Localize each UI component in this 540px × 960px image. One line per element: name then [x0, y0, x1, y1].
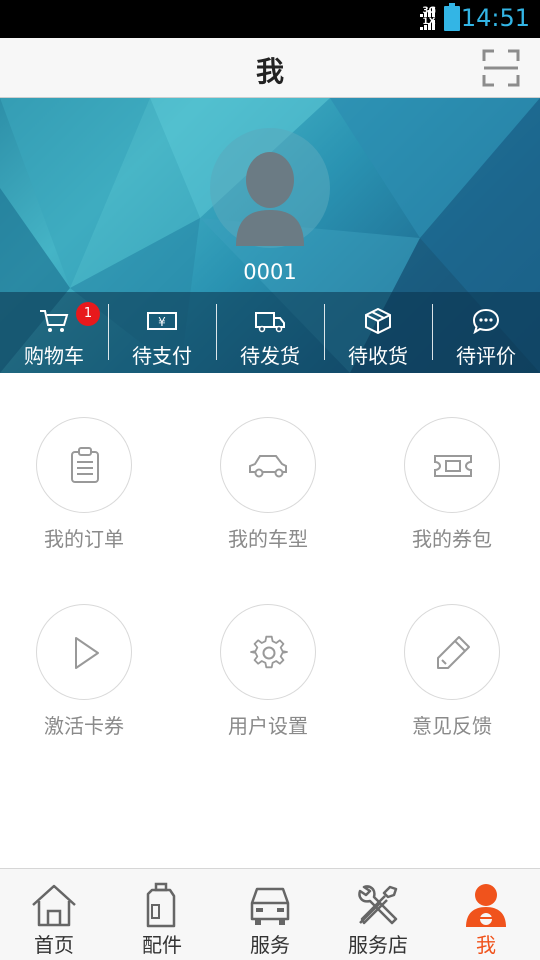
tab-home[interactable]: 首页: [0, 869, 108, 960]
tab-label: 服务: [250, 933, 290, 957]
signal-icon: [420, 7, 435, 30]
order-label: 待支付: [132, 344, 192, 368]
icon-circle: [36, 417, 132, 513]
bottom-tab-bar: 首页 配件 服务 服务店 我: [0, 868, 540, 960]
order-label: 待评价: [456, 344, 516, 368]
tab-me[interactable]: 我: [432, 869, 540, 960]
default-avatar-icon: [236, 152, 304, 246]
order-status-bar: 1 购物车 ¥ 待支付 待发货 待收货 待评价: [0, 292, 540, 373]
order-label: 待发货: [240, 344, 300, 368]
order-label: 购物车: [24, 344, 84, 368]
grid-item-label: 我的订单: [44, 527, 124, 551]
tab-label: 首页: [34, 933, 74, 957]
box-icon: [365, 308, 391, 334]
tools-icon: [358, 885, 398, 925]
tab-label: 配件: [142, 933, 182, 957]
cart-icon: [40, 310, 69, 332]
icon-circle: [36, 604, 132, 700]
pencil-icon: [437, 636, 470, 669]
play-icon: [75, 637, 99, 669]
user-icon: [466, 884, 506, 927]
order-label: 待收货: [348, 344, 408, 368]
gear-icon: [250, 635, 288, 669]
icon-circle: [220, 604, 316, 700]
icon-circle: [220, 417, 316, 513]
home-icon: [32, 884, 76, 927]
grid-item-label: 激活卡券: [44, 714, 124, 738]
grid-item-label: 我的车型: [228, 527, 308, 551]
icon-circle: [404, 604, 500, 700]
svg-text:¥: ¥: [158, 315, 166, 329]
car-icon: [249, 455, 287, 478]
tab-label: 我: [476, 933, 496, 957]
order-pending-shipment[interactable]: 待发货: [216, 292, 324, 373]
order-pending-payment[interactable]: ¥ 待支付: [108, 292, 216, 373]
truck-icon: [255, 312, 285, 333]
order-cart[interactable]: 1 购物车: [0, 292, 108, 373]
grid-item-my-car[interactable]: 我的车型: [178, 373, 358, 553]
scan-frame-icon: [482, 49, 520, 87]
grid-item-label: 意见反馈: [412, 714, 492, 738]
grid-item-feedback[interactable]: 意见反馈: [362, 560, 540, 740]
clipboard-icon: [71, 447, 99, 483]
function-grid: 我的订单 我的车型 我的券包 激活卡券 用户设置 意见反馈: [0, 373, 540, 868]
yen-bill-icon: ¥: [147, 312, 177, 330]
oil-bottle-icon: [146, 882, 176, 928]
grid-item-activate-coupon[interactable]: 激活卡券: [0, 560, 174, 740]
title-bar: 我: [0, 38, 540, 98]
username: 0001: [243, 260, 297, 284]
status-bar: 3G 1X 14:51: [0, 0, 540, 38]
tab-service[interactable]: 服务: [216, 869, 324, 960]
tab-label: 服务店: [348, 933, 408, 957]
car-front-icon: [250, 887, 290, 925]
tab-service-store[interactable]: 服务店: [324, 869, 432, 960]
status-clock: 14:51: [460, 4, 530, 32]
order-pending-receipt[interactable]: 待收货: [324, 292, 432, 373]
page-title: 我: [255, 55, 284, 88]
cart-badge: 1: [76, 302, 100, 326]
chat-bubble-icon: [472, 308, 500, 334]
grid-item-user-settings[interactable]: 用户设置: [178, 560, 358, 740]
scan-button[interactable]: [482, 49, 520, 87]
grid-item-my-coupons[interactable]: 我的券包: [362, 373, 540, 553]
profile-header: 0001 1 购物车 ¥ 待支付 待发货 待收货 待评价: [0, 98, 540, 373]
grid-item-label: 我的券包: [412, 527, 492, 551]
tab-parts[interactable]: 配件: [108, 869, 216, 960]
battery-icon: [444, 3, 460, 31]
grid-item-my-orders[interactable]: 我的订单: [0, 373, 174, 553]
grid-item-label: 用户设置: [228, 714, 308, 738]
order-pending-review[interactable]: 待评价: [432, 292, 540, 373]
ticket-icon: [434, 455, 472, 477]
avatar[interactable]: [210, 128, 330, 248]
icon-circle: [404, 417, 500, 513]
